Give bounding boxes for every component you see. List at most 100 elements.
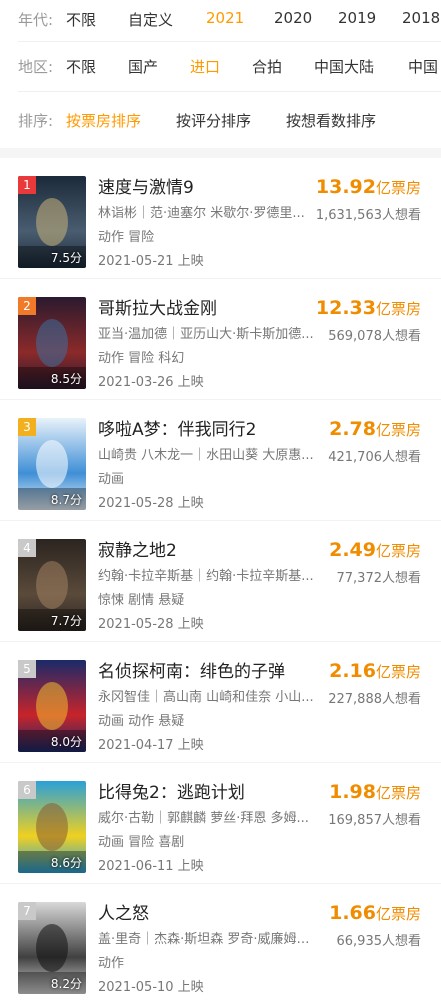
filter-option-year-5[interactable]: 2018 bbox=[402, 9, 441, 30]
movie-poster[interactable]: 6 8.6分 bbox=[18, 781, 86, 873]
filter-label-region: 地区: bbox=[18, 58, 54, 76]
filter-row-region: 地区: 不限 国产 进口 合拍 中国大陆 中国 bbox=[18, 42, 441, 92]
movie-item[interactable]: 1 7.5分 速度与激情9 林诣彬｜范·迪塞尔 米歇尔·罗德里... 动作 冒险… bbox=[0, 158, 441, 279]
movie-poster[interactable]: 4 7.7分 bbox=[18, 539, 86, 631]
movie-title[interactable]: 比得兔2：逃跑计划 bbox=[98, 779, 318, 807]
release-date: 2021-05-28 上映 bbox=[98, 617, 204, 632]
movie-item[interactable]: 2 8.5分 哥斯拉大战金刚 亚当·温加德｜亚历山大·斯卡斯加德... 动作 冒… bbox=[0, 279, 441, 400]
filter-option-year-2[interactable]: 2021 bbox=[206, 9, 274, 30]
movie-cast: 威尔·古勒｜郭麒麟 萝丝·拜恩 多姆... bbox=[98, 811, 309, 826]
rank-badge: 7 bbox=[18, 902, 36, 920]
filter-row-year: 年代: 不限 自定义 2021 2020 2019 2018 bbox=[18, 0, 441, 42]
movie-info: 比得兔2：逃跑计划 威尔·古勒｜郭麒麟 萝丝·拜恩 多姆... 动画 冒险 喜剧… bbox=[98, 779, 318, 879]
rank-badge: 3 bbox=[18, 418, 36, 436]
movie-title[interactable]: 速度与激情9 bbox=[98, 174, 318, 202]
movie-poster[interactable]: 5 8.0分 bbox=[18, 660, 86, 752]
filter-option-sort-1[interactable]: 按评分排序 bbox=[176, 110, 286, 131]
filter-panel: 年代: 不限 自定义 2021 2020 2019 2018 地区: 不限 国产 进口 合拍 中国… bbox=[0, 0, 441, 148]
movie-cast: 林诣彬｜范·迪塞尔 米歇尔·罗德里... bbox=[98, 206, 305, 221]
filter-option-region-0[interactable]: 不限 bbox=[66, 56, 128, 77]
filter-option-region-5[interactable]: 中国 bbox=[408, 56, 441, 77]
box-office-unit: 亿票房 bbox=[375, 784, 421, 802]
rating-score: 8.6分 bbox=[50, 856, 82, 870]
filter-option-region-1[interactable]: 国产 bbox=[128, 56, 190, 77]
box-office: 2.49亿票房 bbox=[329, 539, 421, 561]
want-count: 1,631,563人想看 bbox=[315, 208, 421, 223]
release-date: 2021-03-26 上映 bbox=[98, 375, 204, 390]
box-office: 2.16亿票房 bbox=[328, 660, 421, 682]
filter-option-year-0[interactable]: 不限 bbox=[66, 9, 128, 30]
movie-genre: 惊悚 剧情 悬疑 bbox=[98, 593, 185, 608]
filter-option-sort-2[interactable]: 按想看数排序 bbox=[286, 110, 406, 131]
movie-title[interactable]: 寂静之地2 bbox=[98, 537, 318, 565]
movie-genre: 动画 动作 悬疑 bbox=[98, 714, 185, 729]
movie-info: 名侦探柯南：绯色的子弹 永冈智佳｜高山南 山崎和佳奈 小山... 动画 动作 悬… bbox=[98, 658, 318, 758]
movie-item[interactable]: 6 8.6分 比得兔2：逃跑计划 威尔·古勒｜郭麒麟 萝丝·拜恩 多姆... 动… bbox=[0, 763, 441, 884]
want-count: 227,888人想看 bbox=[328, 692, 421, 707]
filter-row-sort: 排序: 按票房排序 按评分排序 按想看数排序 bbox=[18, 92, 441, 148]
region-options: 不限 国产 进口 合拍 中国大陆 中国 bbox=[66, 56, 441, 77]
movie-poster[interactable]: 7 8.2分 bbox=[18, 902, 86, 994]
movie-item[interactable]: 4 7.7分 寂静之地2 约翰·卡拉辛斯基｜约翰·卡拉辛斯基... 惊悚 剧情 … bbox=[0, 521, 441, 642]
filter-option-sort-0[interactable]: 按票房排序 bbox=[66, 110, 176, 131]
filter-option-year-4[interactable]: 2019 bbox=[338, 9, 402, 30]
box-office-number: 2.16 bbox=[329, 660, 376, 682]
movie-title[interactable]: 哆啦A梦：伴我同行2 bbox=[98, 416, 318, 444]
rating-score: 8.2分 bbox=[50, 977, 82, 991]
want-count: 77,372人想看 bbox=[336, 571, 422, 586]
box-office-number: 1.98 bbox=[329, 781, 376, 803]
movie-title[interactable]: 名侦探柯南：绯色的子弹 bbox=[98, 658, 318, 686]
release-date: 2021-06-11 上映 bbox=[98, 859, 204, 874]
rating-score: 8.5分 bbox=[50, 372, 82, 386]
movie-info: 寂静之地2 约翰·卡拉辛斯基｜约翰·卡拉辛斯基... 惊悚 剧情 悬疑 2021… bbox=[98, 537, 318, 637]
box-office-unit: 亿票房 bbox=[375, 542, 421, 560]
movie-item[interactable]: 3 8.7分 哆啦A梦：伴我同行2 山崎贵 八木龙一｜水田山葵 大原惠... 动… bbox=[0, 400, 441, 521]
box-office: 1.66亿票房 bbox=[329, 902, 421, 924]
box-office: 13.92亿票房 bbox=[316, 176, 421, 198]
movie-title[interactable]: 哥斯拉大战金刚 bbox=[98, 295, 318, 323]
rank-badge: 6 bbox=[18, 781, 36, 799]
box-office-number: 12.33 bbox=[315, 297, 376, 319]
filter-option-region-3[interactable]: 合拍 bbox=[252, 56, 314, 77]
box-office: 2.78亿票房 bbox=[328, 418, 421, 440]
rank-badge: 4 bbox=[18, 539, 36, 557]
movie-list: 1 7.5分 速度与激情9 林诣彬｜范·迪塞尔 米歇尔·罗德里... 动作 冒险… bbox=[0, 158, 441, 1000]
filter-label-sort: 排序: bbox=[18, 111, 54, 130]
movie-genre: 动作 bbox=[98, 956, 125, 971]
movie-cast: 盖·里奇｜杰森·斯坦森 罗奇·威廉姆斯... bbox=[98, 932, 318, 947]
box-office-unit: 亿票房 bbox=[375, 905, 421, 923]
rank-badge: 1 bbox=[18, 176, 36, 194]
box-office-number: 13.92 bbox=[315, 176, 376, 198]
box-office-block: 13.92亿票房 1,631,563人想看 bbox=[316, 176, 421, 223]
box-office: 12.33亿票房 bbox=[316, 297, 421, 319]
box-office-block: 2.49亿票房 77,372人想看 bbox=[329, 539, 421, 586]
box-office-number: 2.49 bbox=[329, 539, 376, 561]
box-office-block: 2.16亿票房 227,888人想看 bbox=[328, 660, 421, 707]
movie-info: 人之怒 盖·里奇｜杰森·斯坦森 罗奇·威廉姆斯... 动作 2021-05-10… bbox=[98, 900, 318, 1000]
movie-cast: 约翰·卡拉辛斯基｜约翰·卡拉辛斯基... bbox=[98, 569, 314, 584]
movie-item[interactable]: 7 8.2分 人之怒 盖·里奇｜杰森·斯坦森 罗奇·威廉姆斯... 动作 202… bbox=[0, 884, 441, 1000]
movie-info: 哥斯拉大战金刚 亚当·温加德｜亚历山大·斯卡斯加德... 动作 冒险 科幻 20… bbox=[98, 295, 318, 395]
movie-genre: 动作 冒险 科幻 bbox=[98, 351, 185, 366]
filter-option-region-4[interactable]: 中国大陆 bbox=[314, 56, 408, 77]
box-office-block: 12.33亿票房 569,078人想看 bbox=[316, 297, 421, 344]
movie-poster[interactable]: 2 8.5分 bbox=[18, 297, 86, 389]
movie-info: 哆啦A梦：伴我同行2 山崎贵 八木龙一｜水田山葵 大原惠... 动画 2021-… bbox=[98, 416, 318, 516]
filter-option-region-2[interactable]: 进口 bbox=[190, 56, 252, 77]
filter-option-year-1[interactable]: 自定义 bbox=[128, 9, 206, 30]
movie-poster[interactable]: 3 8.7分 bbox=[18, 418, 86, 510]
movie-cast: 永冈智佳｜高山南 山崎和佳奈 小山... bbox=[98, 690, 314, 705]
release-date: 2021-05-28 上映 bbox=[98, 496, 204, 511]
movie-cast: 山崎贵 八木龙一｜水田山葵 大原惠... bbox=[98, 448, 314, 463]
movie-poster[interactable]: 1 7.5分 bbox=[18, 176, 86, 268]
year-options: 不限 自定义 2021 2020 2019 2018 bbox=[66, 9, 441, 30]
movie-title[interactable]: 人之怒 bbox=[98, 900, 318, 928]
filter-option-year-3[interactable]: 2020 bbox=[274, 9, 338, 30]
want-count: 66,935人想看 bbox=[336, 934, 422, 949]
movie-item[interactable]: 5 8.0分 名侦探柯南：绯色的子弹 永冈智佳｜高山南 山崎和佳奈 小山... … bbox=[0, 642, 441, 763]
movie-genre: 动画 bbox=[98, 472, 125, 487]
movie-genre: 动画 冒险 喜剧 bbox=[98, 835, 185, 850]
box-office-block: 1.66亿票房 66,935人想看 bbox=[329, 902, 421, 949]
rating-score: 7.5分 bbox=[50, 251, 82, 265]
rank-badge: 2 bbox=[18, 297, 36, 315]
